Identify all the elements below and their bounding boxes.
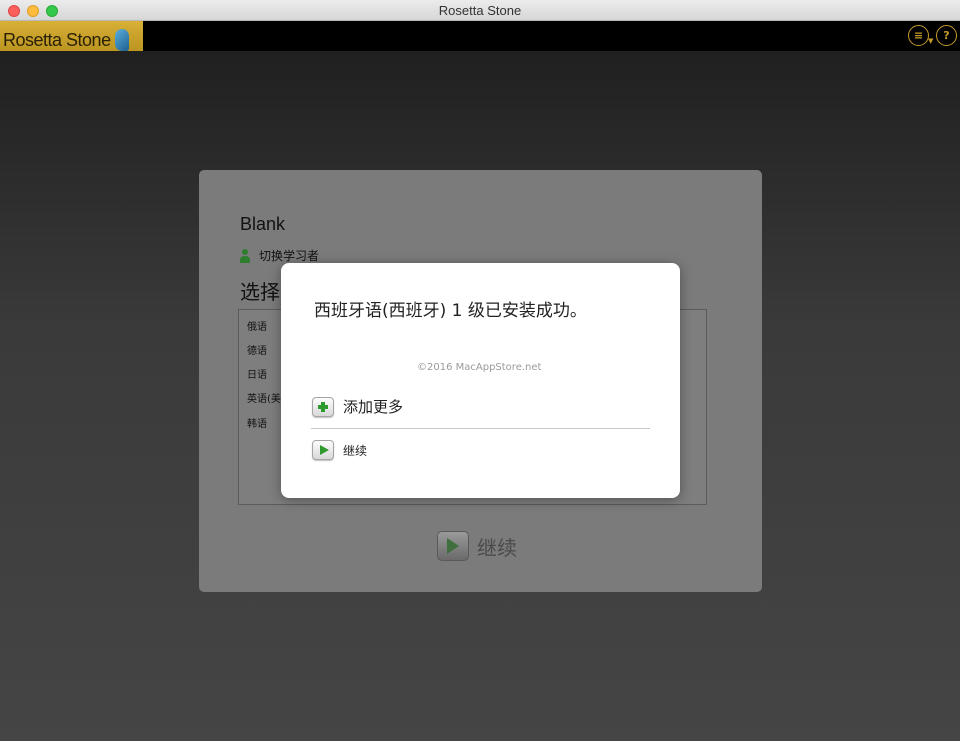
plus-icon bbox=[312, 396, 334, 417]
play-icon bbox=[312, 440, 334, 460]
close-window-button[interactable] bbox=[8, 5, 20, 17]
language-item[interactable]: 德语 bbox=[247, 342, 267, 357]
add-more-label: 添加更多 bbox=[343, 398, 404, 416]
language-item[interactable]: 俄语 bbox=[247, 318, 267, 333]
maximize-window-button[interactable] bbox=[46, 5, 58, 17]
language-item[interactable]: 英语(美 bbox=[247, 390, 281, 405]
person-icon bbox=[240, 248, 250, 263]
install-success-message: 西班牙语(西班牙) 1 级已安装成功。 bbox=[314, 301, 587, 321]
play-icon bbox=[437, 531, 469, 561]
app-toolbar: Rosetta Stone ≡ ▼ ? bbox=[0, 21, 960, 59]
divider bbox=[311, 428, 650, 429]
learner-name: Blank bbox=[240, 214, 286, 234]
logo-mark-icon bbox=[114, 29, 129, 51]
language-item[interactable]: 韩语 bbox=[247, 415, 267, 430]
language-item[interactable]: 日语 bbox=[247, 366, 267, 381]
continue-button[interactable]: 继续 bbox=[312, 440, 367, 460]
window-title: Rosetta Stone bbox=[438, 3, 522, 18]
minimize-window-button[interactable] bbox=[27, 5, 39, 17]
switch-learner-label: 切换学习者 bbox=[259, 249, 320, 263]
add-more-button[interactable]: 添加更多 bbox=[312, 396, 403, 417]
help-glyph: ? bbox=[943, 29, 950, 42]
help-icon[interactable]: ? bbox=[936, 25, 957, 46]
install-success-dialog: 西班牙语(西班牙) 1 级已安装成功。 ©2016 MacAppStore.ne… bbox=[281, 263, 680, 498]
watermark: ©2016 MacAppStore.net bbox=[417, 362, 542, 373]
list-menu-icon[interactable]: ≡ bbox=[908, 25, 929, 46]
window-titlebar: Rosetta Stone bbox=[0, 0, 960, 21]
panel-continue-label: 继续 bbox=[477, 535, 517, 560]
continue-label: 继续 bbox=[343, 443, 368, 458]
select-heading: 选择 bbox=[240, 280, 280, 304]
switch-learner-link[interactable]: 切换学习者 bbox=[240, 247, 319, 264]
panel-continue-button[interactable]: 继续 bbox=[437, 531, 517, 561]
logo-text: Rosetta Stone bbox=[3, 29, 111, 50]
chevron-down-icon: ▼ bbox=[928, 37, 934, 45]
